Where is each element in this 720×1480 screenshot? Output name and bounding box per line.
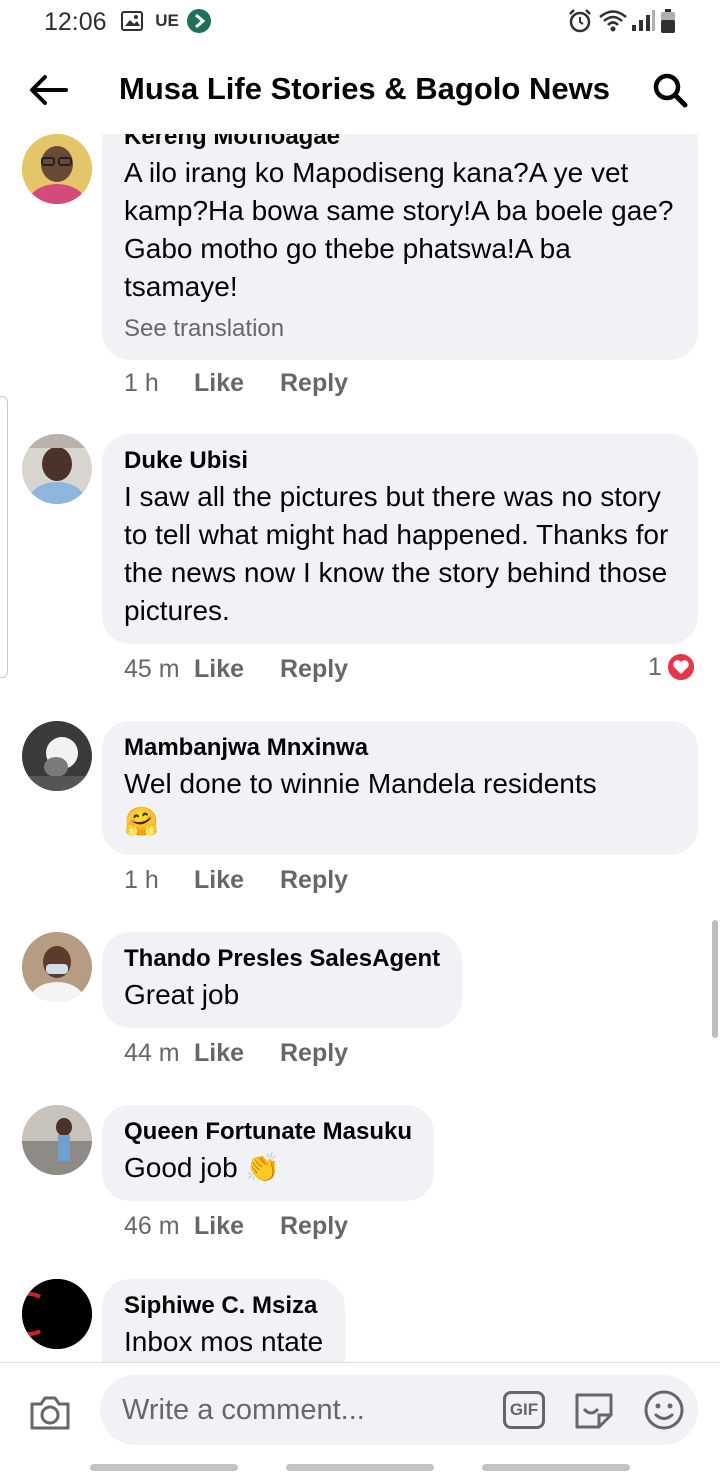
comments-list: Kereng Mothoagae A ilo irang ko Mapodise… [0, 134, 720, 1362]
reply-button[interactable]: Reply [280, 655, 348, 684]
comment-text: I saw all the pictures but there was no … [124, 481, 669, 626]
status-bar: 12:06 UE [0, 0, 720, 44]
comment-bubble[interactable]: Kereng Mothoagae A ilo irang ko Mapodise… [102, 134, 698, 360]
comment-time: 1 h [124, 865, 159, 894]
comment-time: 1 h [124, 368, 159, 397]
like-button[interactable]: Like [194, 866, 280, 895]
side-panel-edge [0, 396, 8, 678]
comment-text: Wel done to winnie Mandela residents [124, 768, 597, 799]
comment-author[interactable]: Thando Presles SalesAgent [124, 942, 440, 976]
status-time: 12:06 [44, 8, 107, 36]
reply-button[interactable]: Reply [280, 1039, 348, 1068]
avatar[interactable] [22, 434, 92, 504]
comment-actions: 46 m Like Reply [124, 1209, 348, 1243]
comment-text: Great job [124, 979, 240, 1010]
comment-author[interactable]: Duke Ubisi [124, 444, 676, 478]
like-button[interactable]: Like [194, 655, 280, 684]
comment-time: 45 m [124, 654, 180, 683]
search-icon[interactable] [648, 68, 692, 112]
page-header: Musa Life Stories & Bagolo News [0, 44, 720, 134]
avatar[interactable] [22, 1105, 92, 1175]
reaction-count: 1 [648, 652, 662, 681]
comment-time: 46 m [124, 1211, 180, 1240]
comment-actions: 45 m Like Reply [124, 652, 348, 686]
system-nav-bar [0, 1458, 720, 1480]
emoji-icon[interactable] [643, 1389, 685, 1431]
reply-button[interactable]: Reply [280, 1212, 348, 1241]
comment-author[interactable]: Siphiwe C. Msiza [124, 1289, 323, 1323]
comment-text: Good job 👏 [124, 1149, 412, 1187]
signal-icon [630, 8, 656, 34]
like-button[interactable]: Like [194, 1039, 280, 1068]
like-button[interactable]: Like [194, 369, 280, 398]
alarm-icon [567, 8, 593, 34]
comment-bubble[interactable]: Mambanjwa Mnxinwa Wel done to winnie Man… [102, 721, 698, 855]
comment-author[interactable]: Queen Fortunate Masuku [124, 1115, 412, 1149]
reaction-summary[interactable]: 1 [648, 650, 696, 684]
nav-recents-button[interactable] [90, 1464, 238, 1471]
comment-bubble[interactable]: Thando Presles SalesAgent Great job [102, 932, 463, 1028]
scrollbar[interactable] [712, 920, 718, 1038]
app-icon [186, 8, 212, 34]
comment-actions: 1 h Like Reply [124, 366, 348, 400]
comment-composer: GIF [0, 1362, 720, 1458]
avatar[interactable] [22, 134, 92, 204]
comment-text: Inbox mos ntate [124, 1326, 324, 1357]
avatar[interactable] [22, 721, 92, 791]
ue-icon: UE [155, 11, 179, 30]
reply-button[interactable]: Reply [280, 866, 348, 895]
avatar[interactable] [22, 932, 92, 1002]
comment-actions: 1 h Like Reply [124, 863, 348, 897]
nav-back-button[interactable] [482, 1464, 630, 1471]
back-arrow-icon[interactable] [26, 68, 70, 112]
hugging-face-emoji: 🤗 [124, 806, 159, 837]
comment-bubble[interactable]: Siphiwe C. Msiza Inbox mos ntate [102, 1279, 346, 1362]
gif-button[interactable]: GIF [503, 1391, 545, 1429]
reply-button[interactable]: Reply [280, 369, 348, 398]
comment-author[interactable]: Kereng Mothoagae [124, 134, 676, 154]
heart-icon [665, 652, 696, 682]
gallery-icon [121, 8, 143, 34]
comment-actions: 44 m Like Reply [124, 1036, 348, 1070]
comment-author[interactable]: Mambanjwa Mnxinwa [124, 731, 676, 765]
comment-bubble[interactable]: Queen Fortunate Masuku Good job 👏 [102, 1105, 435, 1201]
sticker-icon[interactable] [571, 1387, 617, 1433]
wifi-icon [598, 8, 628, 34]
comment-text-value: Good job [124, 1152, 238, 1183]
comment-text: A ilo irang ko Mapodiseng kana?A ye vet … [124, 157, 674, 302]
battery-icon [660, 8, 676, 34]
camera-icon[interactable] [26, 1391, 74, 1435]
nav-home-button[interactable] [286, 1464, 434, 1471]
see-translation-link[interactable]: See translation [124, 312, 676, 346]
clapping-hands-emoji: 👏 [245, 1152, 281, 1183]
like-button[interactable]: Like [194, 1212, 280, 1241]
comment-bubble[interactable]: Duke Ubisi I saw all the pictures but th… [102, 434, 698, 644]
page-title: Musa Life Stories & Bagolo News [119, 71, 610, 106]
avatar[interactable] [22, 1279, 92, 1349]
comment-time: 44 m [124, 1038, 180, 1067]
